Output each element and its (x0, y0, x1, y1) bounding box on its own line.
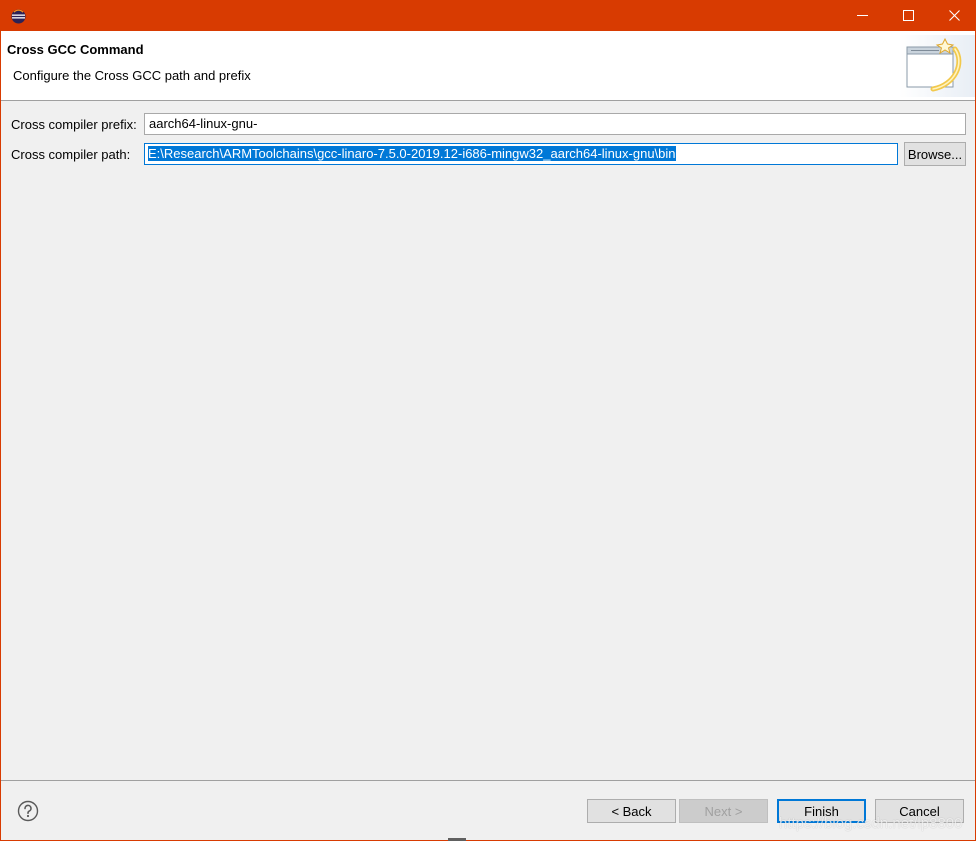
maximize-icon (902, 9, 914, 24)
watermark-text: https://blog.csdn.net/lp8800 (779, 815, 963, 832)
eclipse-icon (11, 9, 26, 24)
path-label: Cross compiler path: (11, 147, 131, 162)
close-button[interactable] (931, 1, 976, 31)
browse-button[interactable]: Browse... (904, 142, 966, 166)
minimize-button[interactable] (839, 1, 885, 31)
minimize-icon (856, 9, 868, 24)
next-button[interactable]: Next > (679, 799, 768, 823)
page-description: Configure the Cross GCC path and prefix (13, 68, 251, 83)
path-input[interactable]: E:\Research\ARMToolchains\gcc-linaro-7.5… (144, 143, 898, 165)
dialog-window: Cross GCC Command Configure the Cross GC… (0, 0, 976, 841)
page-title: Cross GCC Command (7, 42, 144, 57)
prefix-value: aarch64-linux-gnu- (149, 116, 258, 131)
prefix-input[interactable]: aarch64-linux-gnu- (144, 113, 966, 135)
wizard-header: Cross GCC Command Configure the Cross GC… (1, 31, 975, 101)
wizard-footer: < Back Next > Finish Cancel https://blog… (1, 780, 975, 840)
path-value: E:\Research\ARMToolchains\gcc-linaro-7.5… (148, 146, 676, 161)
close-icon (948, 9, 960, 24)
prefix-label: Cross compiler prefix: (11, 117, 137, 132)
maximize-button[interactable] (885, 1, 931, 31)
wizard-banner-icon (899, 35, 975, 97)
wizard-content: Cross compiler prefix: aarch64-linux-gnu… (1, 102, 975, 780)
back-button[interactable]: < Back (587, 799, 676, 823)
help-icon[interactable] (17, 800, 39, 822)
title-bar[interactable] (1, 1, 975, 31)
